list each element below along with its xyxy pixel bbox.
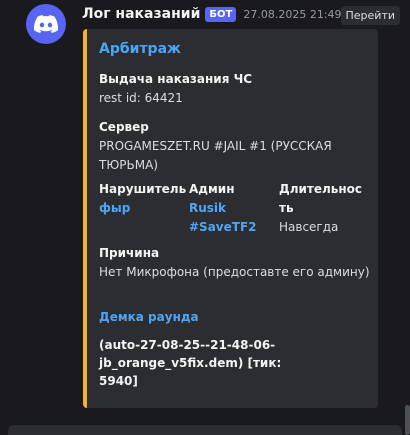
admin-link-line2[interactable]: #SaveTF2 xyxy=(189,218,257,237)
field-duration-name-line1: Длительнос xyxy=(279,182,363,196)
field-server: Сервер PROGAMESZET.RU #JAIL #1 (РУССКАЯ … xyxy=(99,118,374,175)
demo-link[interactable]: Демка раунда xyxy=(99,310,199,324)
field-rest-id: rest id: 64421 xyxy=(99,91,183,105)
demo-description-line2: jb_orange_v5fix.dem) [тик: 5940] xyxy=(99,356,282,388)
embed-title: Арбитраж xyxy=(99,41,181,57)
message-header: Лог наказаний БОТ 27.08.2025 21:49 xyxy=(82,6,342,22)
demo-description-line1: (auto-27-08-25--21-48-06- xyxy=(99,338,276,352)
field-punishment-name: Выдача наказания ЧС xyxy=(99,72,253,86)
discord-logo-icon xyxy=(34,15,58,33)
field-reason: Причина Нет Микрофона (предоставте его а… xyxy=(99,244,374,282)
timestamp: 27.08.2025 21:49 xyxy=(243,7,342,21)
field-admin-name: Админ xyxy=(189,182,235,196)
admin-link-line1[interactable]: Rusik xyxy=(189,199,257,218)
bot-badge: БОТ xyxy=(205,6,237,22)
field-punishment: Выдача наказания ЧС rest id: 64421 xyxy=(99,70,252,108)
field-server-name: Сервер xyxy=(99,120,149,134)
field-violator: Нарушитель фыр xyxy=(99,180,186,218)
field-duration: Длительнос ть Навсегда xyxy=(279,180,362,237)
field-reason-value: Нет Микрофона (предоставте его админу) xyxy=(99,265,370,279)
embed-card: Арбитраж Выдача наказания ЧС rest id: 64… xyxy=(83,29,378,408)
message-panel: Лог наказаний БОТ 27.08.2025 21:49 Перей… xyxy=(0,0,405,415)
bot-avatar[interactable] xyxy=(26,4,66,44)
field-server-value-line1: PROGAMESZET.RU #JAIL #1 (РУССКАЯ xyxy=(99,139,332,153)
field-reason-name: Причина xyxy=(99,246,160,260)
field-admin: Админ Rusik #SaveTF2 xyxy=(189,180,257,237)
demo-description: (auto-27-08-25--21-48-06- jb_orange_v5fi… xyxy=(99,336,309,390)
violator-link[interactable]: фыр xyxy=(99,199,186,218)
scrollbar-track[interactable] xyxy=(405,0,410,435)
field-violator-name: Нарушитель xyxy=(99,182,187,196)
field-server-value-line2: ТЮРЬМА) xyxy=(99,158,158,172)
next-message-edge xyxy=(8,425,402,435)
jump-button[interactable]: Перейти xyxy=(340,6,400,25)
field-duration-name-line2: ть xyxy=(279,201,294,215)
field-duration-value: Навсегда xyxy=(279,220,339,234)
username[interactable]: Лог наказаний xyxy=(82,6,200,22)
scrollbar-thumb[interactable] xyxy=(405,405,410,435)
